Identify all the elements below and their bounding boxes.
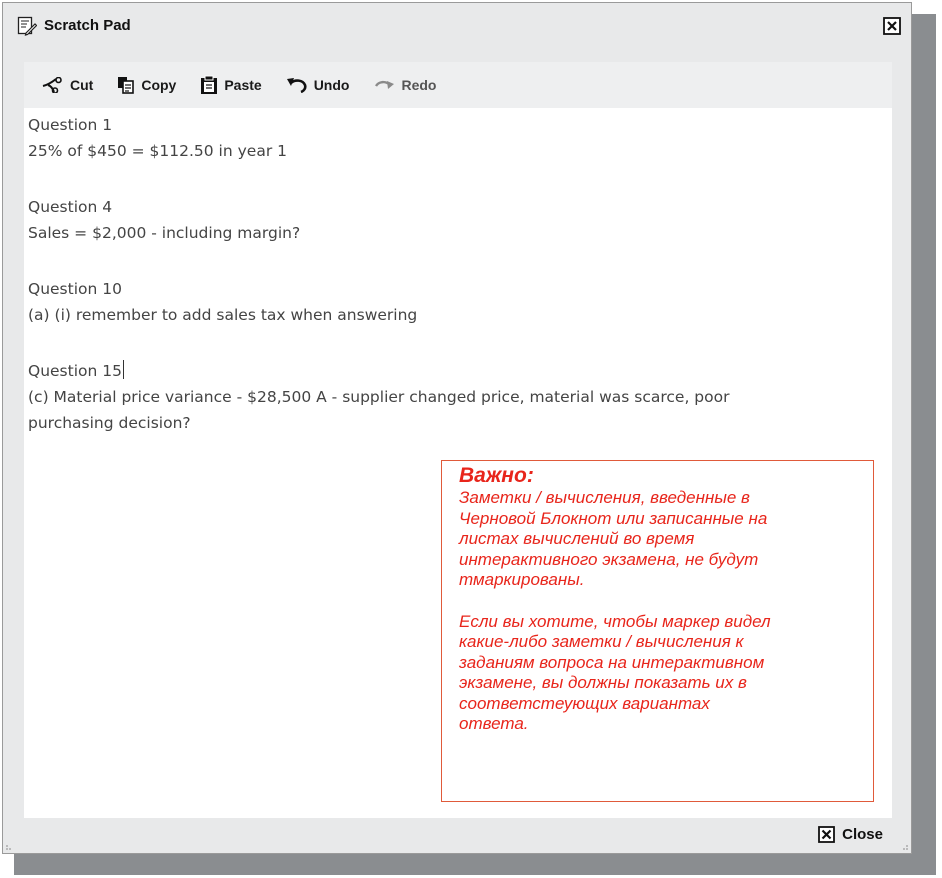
text-line: (a) (i) remember to add sales tax when a…	[28, 306, 418, 324]
paste-label: Paste	[224, 77, 262, 93]
close-label: Close	[842, 826, 883, 843]
scratch-pad-window: Scratch Pad Cut Copy Paste Undo Redo Que…	[2, 2, 912, 854]
important-notice-box: Важно: Заметки / вычисления, введенные в…	[441, 460, 874, 802]
notice-paragraph-1: Заметки / вычисления, введенные в Чернов…	[459, 488, 855, 591]
redo-arrow-icon	[375, 80, 395, 89]
close-button[interactable]: Close	[818, 826, 883, 843]
window-title: Scratch Pad	[44, 17, 131, 34]
copy-button[interactable]: Copy	[117, 76, 176, 94]
text-line: purchasing decision?	[28, 414, 191, 432]
paste-button[interactable]: Paste	[200, 75, 262, 95]
undo-button[interactable]: Undo	[286, 77, 350, 93]
notice-line: листах вычислений во время	[459, 529, 695, 548]
notice-line: Заметки / вычисления, введенные в	[459, 488, 750, 507]
undo-arrow-icon	[286, 78, 307, 93]
text-line-with-caret: Question 15	[28, 358, 882, 384]
resize-grip-icon[interactable]	[899, 841, 909, 851]
notice-line: экзамене, вы должны показать их в	[459, 673, 747, 692]
text-line: Question 10	[28, 280, 122, 298]
close-box-icon	[818, 826, 836, 843]
redo-label: Redo	[401, 77, 437, 93]
edit-toolbar: Cut Copy Paste Undo Redo	[24, 62, 892, 108]
text-line: Question 1	[28, 116, 113, 134]
close-box-icon[interactable]	[883, 17, 901, 35]
notice-line: заданиям вопроса на интерактивном	[459, 652, 765, 672]
redo-button[interactable]: Redo	[373, 77, 436, 93]
cut-button[interactable]: Cut	[42, 77, 93, 93]
undo-label: Undo	[313, 77, 350, 93]
notice-paragraph-2: Если вы хотите, чтобы маркер видел какие…	[459, 612, 855, 735]
text-line: Question 15	[28, 362, 122, 380]
notice-line: Если вы хотите, чтобы маркер видел	[459, 611, 771, 631]
title-bar[interactable]: Scratch Pad	[3, 3, 911, 51]
notice-line: интерактивного экзамена, не будут	[459, 549, 759, 569]
notice-line: какие-либо заметки / вычисления к	[459, 632, 744, 651]
scratch-text-area[interactable]: Question 1 25% of $450 = $112.50 in year…	[28, 112, 882, 436]
notice-line: ответа.	[459, 714, 529, 733]
resize-grip-icon[interactable]	[5, 841, 15, 851]
copy-label: Copy	[141, 77, 177, 93]
text-caret	[122, 360, 124, 379]
text-line: 25% of $450 = $112.50 in year 1	[28, 142, 287, 160]
scratchpad-icon	[17, 16, 38, 36]
scratch-pad-content: Cut Copy Paste Undo Redo Question 1 25% …	[24, 62, 892, 818]
notice-heading: Важно:	[459, 464, 534, 487]
notice-line: Черновой Блокнот или записанные на	[459, 508, 768, 528]
copy-icon	[118, 77, 135, 94]
clipboard-icon	[201, 75, 218, 94]
text-line: Sales = $2,000 - including margin?	[28, 224, 301, 242]
cut-label: Cut	[70, 77, 94, 93]
scissors-icon	[42, 77, 62, 93]
text-line: Question 4	[28, 198, 113, 216]
text-line: (c) Material price variance - $28,500 A …	[28, 388, 730, 406]
notice-line: тмаркированы.	[459, 570, 585, 589]
notice-line: соответстеующих вариантах	[459, 693, 710, 713]
